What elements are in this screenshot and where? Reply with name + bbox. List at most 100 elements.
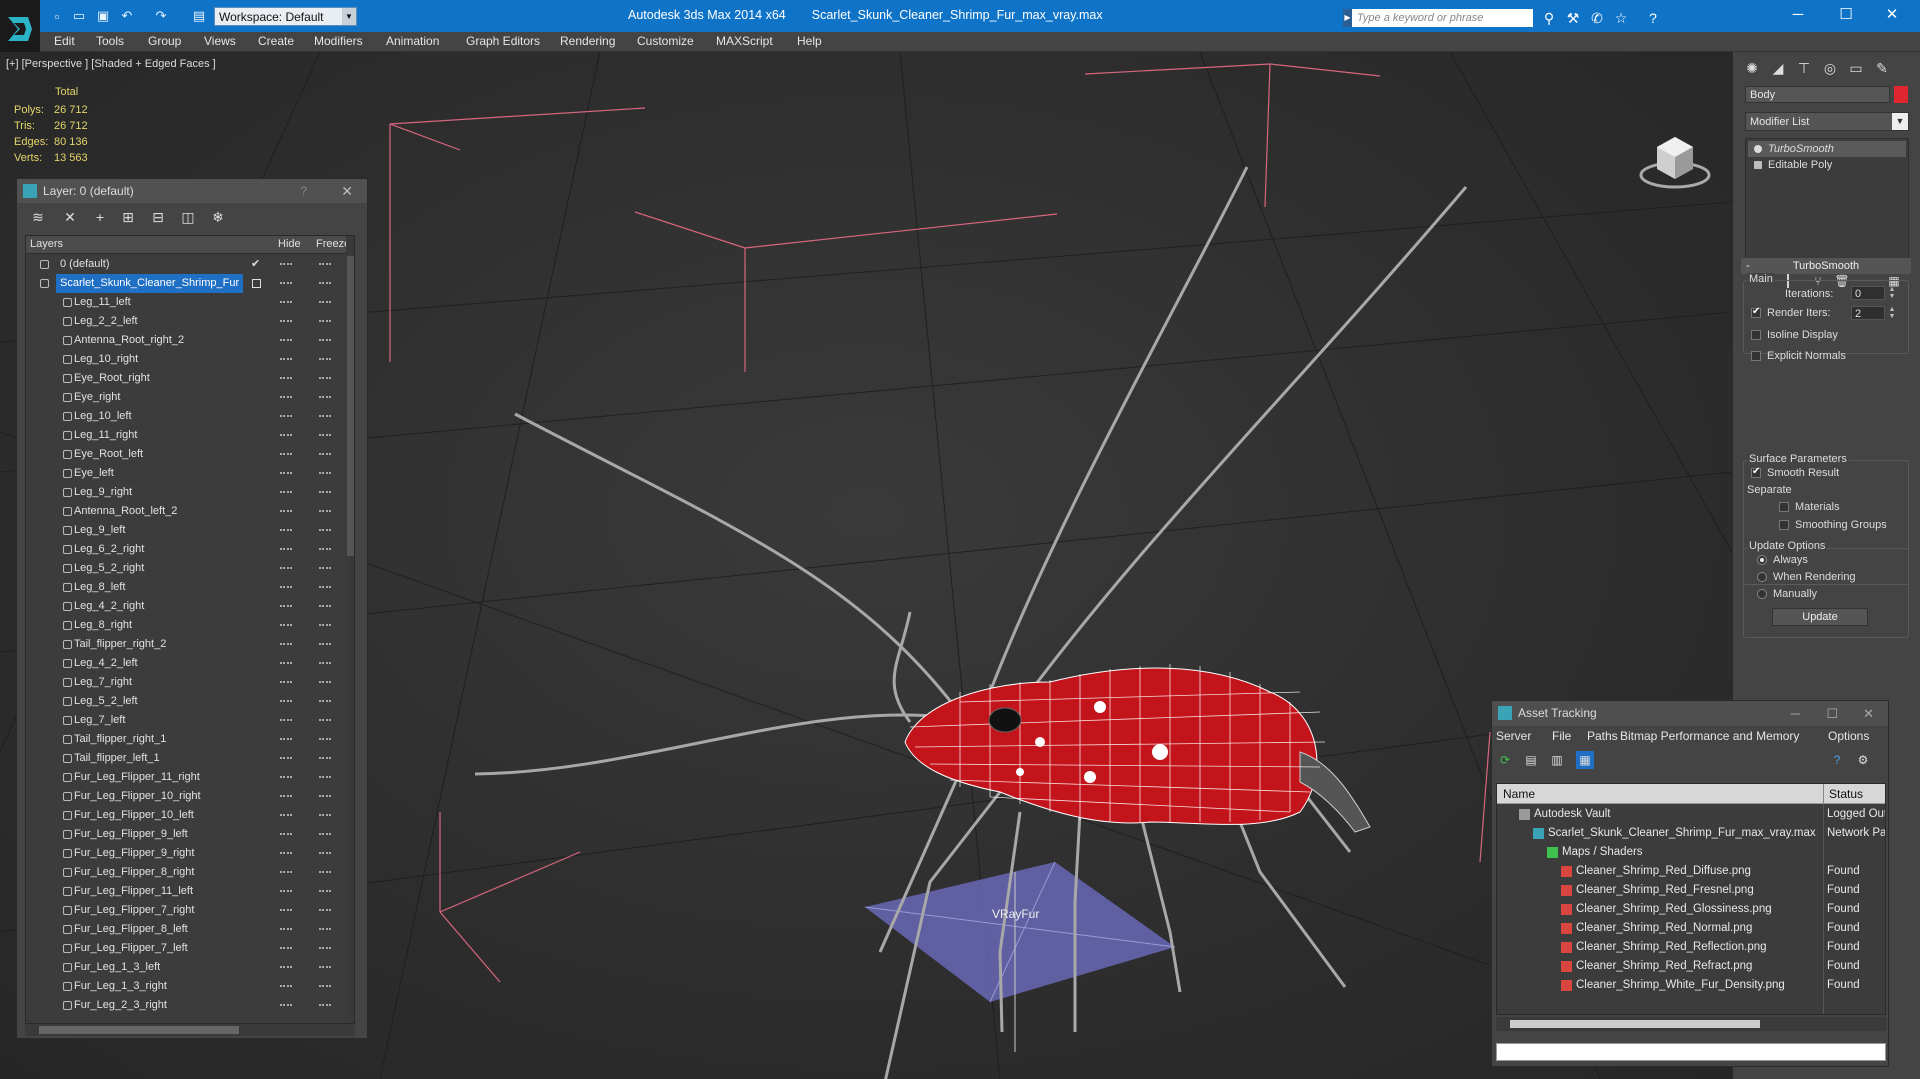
asset-row[interactable]: Cleaner_Shrimp_Red_Refract.png Found: [1497, 957, 1885, 976]
modifier-stack[interactable]: TurboSmooth Editable Poly: [1745, 138, 1909, 264]
modifier-list-dropdown[interactable]: Modifier List ▼: [1745, 112, 1909, 131]
freeze-toggle[interactable]: [319, 985, 331, 987]
hide-toggle[interactable]: [280, 1004, 292, 1006]
asset-menu-server[interactable]: Server: [1496, 729, 1531, 743]
scroll-thumb[interactable]: [347, 256, 354, 556]
layer-row[interactable]: Leg_9_left: [26, 521, 344, 540]
render-iters-checkbox[interactable]: [1751, 306, 1761, 318]
search-input[interactable]: Type a keyword or phrase: [1352, 9, 1533, 27]
spinner-arrows-icon[interactable]: ▲ ▼: [1887, 306, 1897, 320]
layer-row[interactable]: Leg_7_left: [26, 711, 344, 730]
display-tab-icon[interactable]: ▭: [1845, 57, 1867, 79]
hide-toggle[interactable]: [280, 662, 292, 664]
layer-row[interactable]: Eye_right: [26, 388, 344, 407]
project-folder-icon[interactable]: ▤: [190, 8, 208, 24]
asset-menu-bitmap[interactable]: Bitmap Performance and Memory: [1620, 729, 1799, 743]
asset-row[interactable]: Cleaner_Shrimp_Red_Normal.png Found: [1497, 919, 1885, 938]
select-layer-objects-icon[interactable]: ⊞: [119, 209, 137, 225]
hide-toggle[interactable]: [280, 947, 292, 949]
add-to-layer-icon[interactable]: +: [91, 209, 109, 225]
hide-toggle[interactable]: [280, 491, 292, 493]
freeze-toggle[interactable]: [319, 719, 331, 721]
layer-row[interactable]: Leg_5_2_right: [26, 559, 344, 578]
hide-toggle[interactable]: [280, 738, 292, 740]
table-view-icon[interactable]: ▦: [1576, 751, 1594, 769]
freeze-toggle[interactable]: [319, 700, 331, 702]
freeze-toggle[interactable]: [319, 814, 331, 816]
viewport-label[interactable]: [+] [Perspective ] [Shaded + Edged Faces…: [6, 58, 216, 70]
materials-checkbox[interactable]: [1779, 502, 1789, 512]
hide-toggle[interactable]: [280, 624, 292, 626]
asset-row[interactable]: Maps / Shaders: [1497, 843, 1885, 862]
freeze-toggle[interactable]: [319, 510, 331, 512]
create-tab-icon[interactable]: ✺: [1741, 57, 1763, 79]
layer-row[interactable]: Tail_flipper_right_1: [26, 730, 344, 749]
asset-row[interactable]: Cleaner_Shrimp_Red_Reflection.png Found: [1497, 938, 1885, 957]
asset-row[interactable]: Cleaner_Shrimp_Red_Diffuse.png Found: [1497, 862, 1885, 881]
hierarchy-tab-icon[interactable]: ⊤: [1793, 57, 1815, 79]
hide-toggle[interactable]: [280, 453, 292, 455]
layer-row[interactable]: Leg_11_right: [26, 426, 344, 445]
hide-toggle[interactable]: [280, 282, 292, 284]
layer-row[interactable]: Leg_6_2_right: [26, 540, 344, 559]
freeze-toggle[interactable]: [319, 377, 331, 379]
freeze-toggle[interactable]: [319, 320, 331, 322]
hide-toggle[interactable]: [280, 339, 292, 341]
layer-row[interactable]: Fur_Leg_Flipper_9_right: [26, 844, 344, 863]
new-file-icon[interactable]: ▫: [48, 8, 66, 24]
layer-row[interactable]: Fur_Leg_Flipper_8_right: [26, 863, 344, 882]
app-logo[interactable]: [0, 0, 40, 58]
freeze-toggle[interactable]: [319, 928, 331, 930]
col-name[interactable]: Name: [1503, 787, 1535, 801]
hide-toggle[interactable]: [280, 415, 292, 417]
freeze-all-layers-icon[interactable]: ❄: [209, 209, 227, 225]
undo-icon[interactable]: ↶: [118, 8, 136, 24]
utilities-tab-icon[interactable]: ✎: [1871, 57, 1893, 79]
menu-animation[interactable]: Animation: [386, 34, 439, 48]
scroll-thumb[interactable]: [1510, 1020, 1760, 1028]
freeze-toggle[interactable]: [319, 339, 331, 341]
freeze-toggle[interactable]: [319, 662, 331, 664]
freeze-toggle[interactable]: [319, 358, 331, 360]
hide-toggle[interactable]: [280, 814, 292, 816]
layer-row[interactable]: Fur_Leg_Flipper_10_right: [26, 787, 344, 806]
freeze-toggle[interactable]: [319, 890, 331, 892]
col-layers[interactable]: Layers: [30, 238, 63, 250]
menu-group[interactable]: Group: [148, 34, 181, 48]
freeze-toggle[interactable]: [319, 681, 331, 683]
hide-toggle[interactable]: [280, 852, 292, 854]
redo-icon[interactable]: ↷: [152, 8, 170, 24]
hide-toggle[interactable]: [280, 966, 292, 968]
asset-row[interactable]: Cleaner_Shrimp_White_Fur_Density.png Foun…: [1497, 976, 1885, 995]
menu-help[interactable]: Help: [797, 34, 822, 48]
asset-menu-paths[interactable]: Paths: [1587, 729, 1618, 743]
freeze-toggle[interactable]: [319, 453, 331, 455]
turbosmooth-rollout-header[interactable]: - TurboSmooth: [1741, 258, 1911, 274]
delete-layer-icon[interactable]: ✕: [61, 209, 79, 225]
layer-row[interactable]: Fur_Leg_Flipper_10_left: [26, 806, 344, 825]
hide-toggle[interactable]: [280, 548, 292, 550]
hide-toggle[interactable]: [280, 643, 292, 645]
menu-maxscript[interactable]: MAXScript: [716, 34, 773, 48]
hide-toggle[interactable]: [280, 377, 292, 379]
communication-icon[interactable]: ✆: [1588, 9, 1606, 27]
refresh-icon[interactable]: ⟳: [1496, 751, 1514, 769]
render-iters-spinner[interactable]: 2: [1851, 306, 1885, 320]
freeze-toggle[interactable]: [319, 738, 331, 740]
hide-toggle[interactable]: [280, 909, 292, 911]
menu-edit[interactable]: Edit: [54, 34, 75, 48]
hide-toggle[interactable]: [280, 605, 292, 607]
hide-all-layers-icon[interactable]: ◫: [179, 209, 197, 225]
freeze-toggle[interactable]: [319, 871, 331, 873]
close-button[interactable]: ✕: [1872, 4, 1912, 26]
layer-row[interactable]: Fur_Leg_Flipper_7_left: [26, 939, 344, 958]
layer-row[interactable]: Tail_flipper_left_1: [26, 749, 344, 768]
layer-list[interactable]: Layers Hide Freeze 0 (default) ✔ Scarlet_S…: [25, 235, 355, 1024]
create-layer-icon[interactable]: ≋: [29, 209, 47, 225]
close-icon[interactable]: ✕: [1863, 701, 1874, 726]
layer-row[interactable]: Fur_Leg_Flipper_8_left: [26, 920, 344, 939]
explicit-normals-checkbox[interactable]: [1751, 351, 1761, 361]
layer-row[interactable]: Fur_Leg_Flipper_11_left: [26, 882, 344, 901]
freeze-toggle[interactable]: [319, 396, 331, 398]
freeze-toggle[interactable]: [319, 624, 331, 626]
